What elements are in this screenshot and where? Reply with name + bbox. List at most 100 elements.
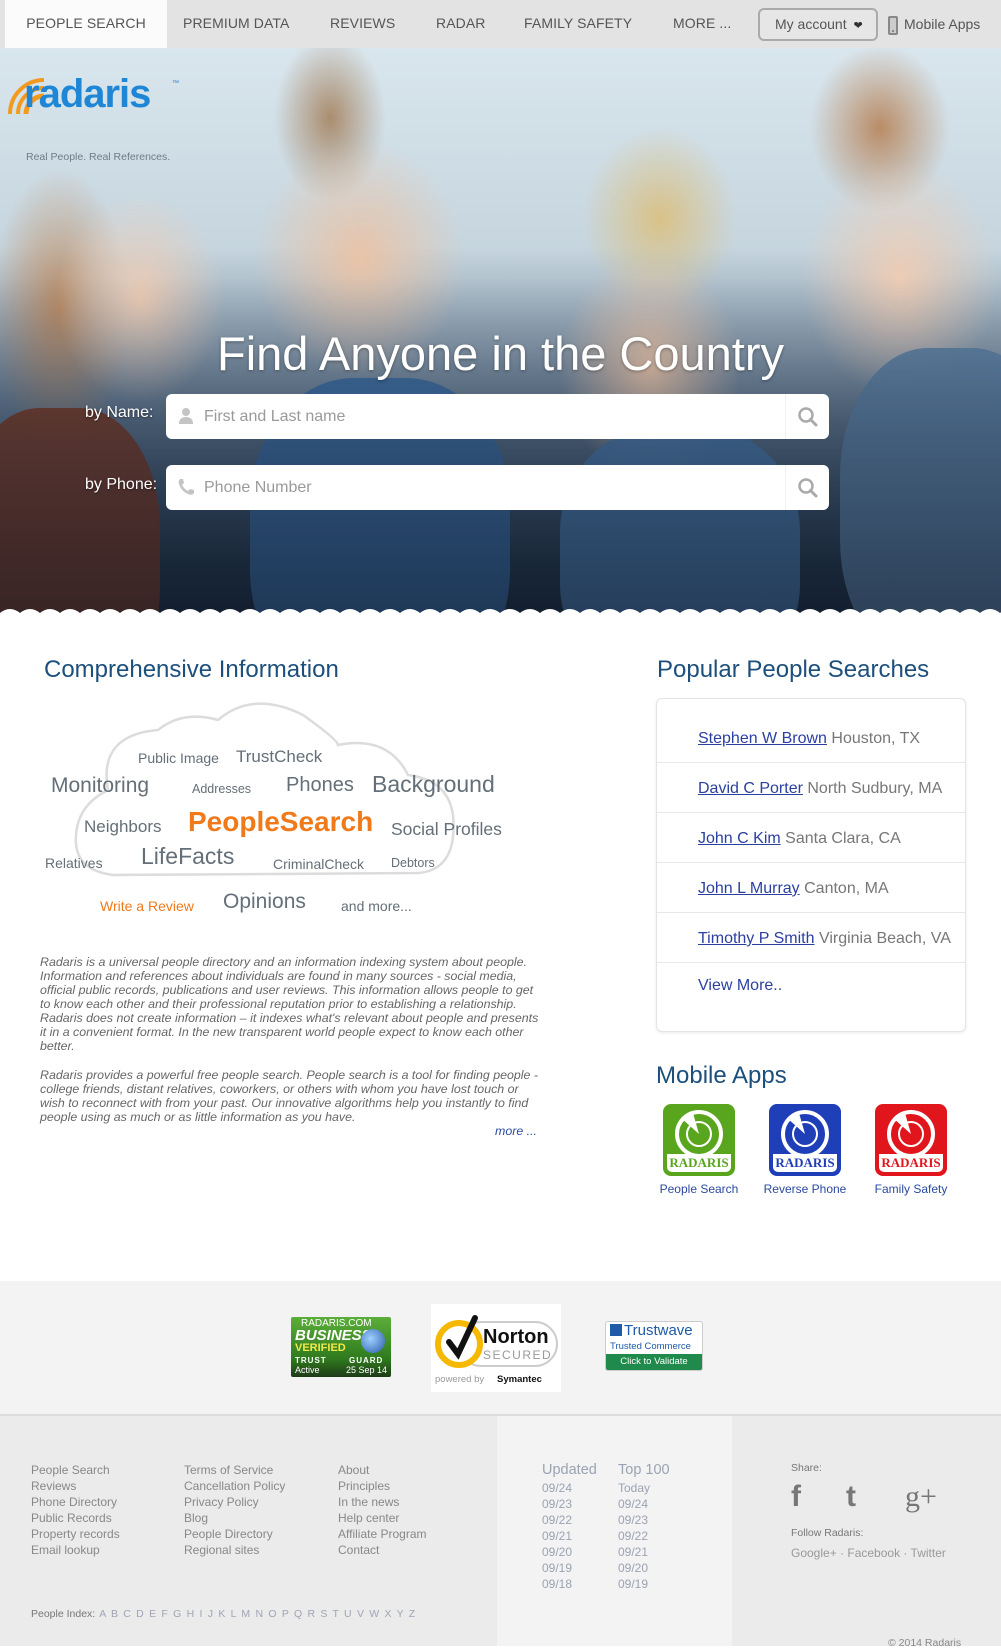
footer-link[interactable]: Blog — [184, 1510, 285, 1526]
radar-icon — [675, 1110, 723, 1158]
my-account-button[interactable]: My account ❤ — [758, 8, 878, 41]
top100-date-link[interactable]: 09/24 — [618, 1496, 670, 1512]
popular-searches-card: Stephen W Brown Houston, TX David C Port… — [656, 698, 966, 1032]
tag-peoplesearch[interactable]: PeopleSearch — [188, 806, 373, 838]
top-navigation: PEOPLE SEARCH PREMIUM DATA REVIEWS RADAR… — [0, 0, 1001, 48]
trustwave-validate-button[interactable]: Click to Validate — [606, 1354, 702, 1370]
phone-search-input[interactable] — [204, 465, 774, 510]
footer-link[interactable]: Principles — [338, 1478, 426, 1494]
updated-date-link[interactable]: 09/24 — [542, 1480, 597, 1496]
top100-date-link[interactable]: 09/22 — [618, 1528, 670, 1544]
tag-criminalcheck[interactable]: CriminalCheck — [273, 856, 364, 872]
popular-search-item: David C Porter North Sudbury, MA — [657, 763, 965, 813]
app-label: Family Safety — [874, 1182, 948, 1196]
follow-google-plus-link[interactable]: Google+ — [791, 1546, 837, 1560]
tag-relatives[interactable]: Relatives — [45, 855, 103, 871]
tag-public-image[interactable]: Public Image — [138, 750, 219, 766]
facebook-icon[interactable]: f — [791, 1480, 801, 1514]
popular-search-item: Timothy P Smith Virginia Beach, VA — [657, 913, 965, 963]
updated-date-link[interactable]: 09/20 — [542, 1544, 597, 1560]
footer-link[interactable]: Property records — [31, 1526, 120, 1542]
trust-badges-section: RADARIS.COM BUSINESS VERIFIED TRUST GUAR… — [0, 1281, 1001, 1416]
footer-link[interactable]: Regional sites — [184, 1542, 285, 1558]
top100-date-link[interactable]: 09/23 — [618, 1512, 670, 1528]
footer-link[interactable]: People Directory — [184, 1526, 285, 1542]
people-index-label: People Index: — [31, 1608, 96, 1620]
tag-neighbors[interactable]: Neighbors — [84, 817, 162, 837]
nav-people-search[interactable]: PEOPLE SEARCH — [5, 0, 167, 48]
app-people-search[interactable]: RADARIS People Search — [654, 1104, 744, 1196]
tag-phones[interactable]: Phones — [286, 774, 354, 797]
nav-radar[interactable]: RADAR — [436, 0, 486, 48]
write-review-link[interactable]: Write a Review — [100, 898, 194, 914]
footer-link[interactable]: Affiliate Program — [338, 1526, 426, 1542]
footer-link[interactable]: Contact — [338, 1542, 426, 1558]
app-reverse-phone[interactable]: RADARIS Reverse Phone — [760, 1104, 850, 1196]
tag-debtors[interactable]: Debtors — [391, 856, 435, 870]
person-location: Houston, TX — [831, 730, 921, 747]
nav-family-safety[interactable]: FAMILY SAFETY — [524, 0, 632, 48]
trustguard-badge[interactable]: RADARIS.COM BUSINESS VERIFIED TRUST GUAR… — [291, 1317, 391, 1377]
tag-opinions[interactable]: Opinions — [223, 890, 306, 914]
top100-date-link[interactable]: Today — [618, 1480, 670, 1496]
name-search-input[interactable] — [204, 394, 774, 439]
footer-link[interactable]: Email lookup — [31, 1542, 120, 1558]
footer-link[interactable]: Cancellation Policy — [184, 1478, 285, 1494]
footer-link[interactable]: Help center — [338, 1510, 426, 1526]
footer-link[interactable]: In the news — [338, 1494, 426, 1510]
and-more-link[interactable]: and more... — [341, 898, 412, 914]
updated-date-link[interactable]: 09/22 — [542, 1512, 597, 1528]
person-link[interactable]: John L Murray — [698, 880, 800, 897]
tag-lifefacts[interactable]: LifeFacts — [141, 843, 234, 870]
follow-label: Follow Radaris: — [791, 1527, 864, 1539]
trustwave-name: Trustwave — [624, 1322, 693, 1339]
norton-symantec: Symantec — [497, 1374, 542, 1385]
updated-date-link[interactable]: 09/19 — [542, 1560, 597, 1576]
updated-date-link[interactable]: 09/23 — [542, 1496, 597, 1512]
footer-link[interactable]: Reviews — [31, 1478, 120, 1494]
footer-link[interactable]: People Search — [31, 1462, 120, 1478]
person-link[interactable]: David C Porter — [698, 780, 803, 797]
footer-link[interactable]: Privacy Policy — [184, 1494, 285, 1510]
updated-date-link[interactable]: 09/18 — [542, 1576, 597, 1592]
top100-date-link[interactable]: 09/19 — [618, 1576, 670, 1592]
tag-trustcheck[interactable]: TrustCheck — [236, 747, 322, 767]
top100-date-link[interactable]: 09/20 — [618, 1560, 670, 1576]
app-family-safety[interactable]: RADARIS Family Safety — [866, 1104, 956, 1196]
footer-link[interactable]: Public Records — [31, 1510, 120, 1526]
people-index-letters[interactable]: A B C D E F G H I J K L M N O P Q R S T … — [99, 1608, 416, 1620]
footer-link[interactable]: Terms of Service — [184, 1462, 285, 1478]
person-link[interactable]: John C Kim — [698, 830, 781, 847]
footer-link[interactable]: Phone Directory — [31, 1494, 120, 1510]
follow-facebook-link[interactable]: Facebook — [847, 1546, 900, 1560]
radaris-logo[interactable]: radaris ™ Real People. Real References. — [4, 70, 184, 163]
footer-link[interactable]: About — [338, 1462, 426, 1478]
popular-search-item: John C Kim Santa Clara, CA — [657, 813, 965, 863]
twitter-icon[interactable]: t — [846, 1480, 856, 1514]
name-search-button[interactable] — [785, 394, 829, 439]
updated-date-link[interactable]: 09/21 — [542, 1528, 597, 1544]
tag-background[interactable]: Background — [372, 771, 495, 798]
trustwave-badge[interactable]: Trustwave Trusted Commerce Click to Vali… — [605, 1321, 703, 1371]
person-link[interactable]: Timothy P Smith — [698, 930, 814, 947]
nav-reviews[interactable]: REVIEWS — [330, 0, 395, 48]
trustguard-status: Active — [295, 1365, 320, 1375]
follow-links: Google+ · Facebook · Twitter — [791, 1546, 946, 1560]
nav-more[interactable]: MORE ... — [673, 0, 731, 48]
mobile-apps-link[interactable]: Mobile Apps — [888, 14, 980, 36]
nav-premium-data[interactable]: PREMIUM DATA — [183, 0, 289, 48]
more-link[interactable]: more ... — [495, 1124, 537, 1138]
follow-twitter-link[interactable]: Twitter — [911, 1546, 946, 1560]
tag-addresses[interactable]: Addresses — [192, 782, 251, 796]
norton-badge[interactable]: Norton SECURED powered by Symantec — [431, 1304, 561, 1392]
phone-search-label: by Phone: — [85, 476, 158, 493]
tag-monitoring[interactable]: Monitoring — [51, 774, 149, 798]
globe-icon — [361, 1329, 385, 1353]
phone-search-box — [166, 465, 829, 510]
person-link[interactable]: Stephen W Brown — [698, 730, 827, 747]
phone-search-button[interactable] — [785, 465, 829, 510]
google-plus-icon[interactable]: g+ — [905, 1480, 937, 1514]
view-more-link[interactable]: View More.. — [698, 977, 782, 995]
tag-social-profiles[interactable]: Social Profiles — [391, 819, 502, 840]
top100-date-link[interactable]: 09/21 — [618, 1544, 670, 1560]
